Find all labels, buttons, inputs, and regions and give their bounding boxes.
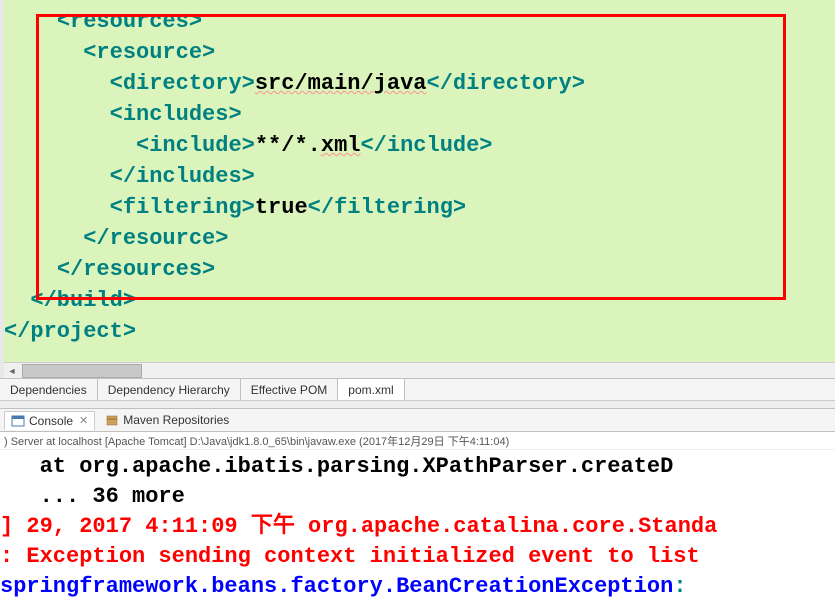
scroll-thumb[interactable] (22, 364, 142, 378)
code-line: </build> (4, 285, 835, 316)
pom-tab-effective-pom[interactable]: Effective POM (241, 379, 338, 400)
pom-tab-dependency-hierarchy[interactable]: Dependency Hierarchy (98, 379, 241, 400)
pom-tab-pomxml[interactable]: pom.xml (338, 379, 404, 400)
console-tab-label: Console (29, 414, 73, 428)
console-line: springframework.beans.factory.BeanCreati… (0, 572, 835, 602)
horizontal-scrollbar[interactable]: ◄ (4, 362, 835, 378)
code-line: <include>**/*.xml</include> (4, 130, 835, 161)
console-line: ] 29, 2017 4:11:09 下午 org.apache.catalin… (0, 512, 835, 542)
view-separator (0, 400, 835, 408)
maven-repositories-view-tab[interactable]: Maven Repositories (99, 411, 235, 429)
pom-editor-tabs: DependenciesDependency HierarchyEffectiv… (0, 378, 835, 400)
maven-icon (105, 413, 119, 427)
console-view-tab[interactable]: Console ✕ (4, 411, 95, 430)
console-process-description: ) Server at localhost [Apache Tomcat] D:… (0, 432, 835, 450)
console-output[interactable]: at org.apache.ibatis.parsing.XPathParser… (0, 450, 835, 616)
code-line: <directory>src/main/java</directory> (4, 68, 835, 99)
close-icon[interactable]: ✕ (79, 414, 88, 427)
code-line: <resource> (4, 37, 835, 68)
console-line: ... 36 more (0, 482, 835, 512)
bottom-views-bar: Console ✕ Maven Repositories (0, 408, 835, 432)
code-line: </resources> (4, 254, 835, 285)
xml-editor-pane[interactable]: <resources> <resource> <directory>src/ma… (0, 0, 835, 378)
maven-tab-label: Maven Repositories (123, 413, 229, 427)
console-line: : Exception sending context initialized … (0, 542, 835, 572)
code-line: </includes> (4, 161, 835, 192)
console-icon (11, 414, 25, 428)
console-line: at org.apache.ibatis.parsing.XPathParser… (0, 452, 835, 482)
pom-tab-dependencies[interactable]: Dependencies (0, 379, 98, 400)
code-line: </project> (4, 316, 835, 347)
xml-code-content: <resources> <resource> <directory>src/ma… (4, 0, 835, 347)
code-line: <resources> (4, 6, 835, 37)
code-line: <includes> (4, 99, 835, 130)
scroll-left-arrow[interactable]: ◄ (4, 363, 20, 379)
code-line: <filtering>true</filtering> (4, 192, 835, 223)
code-line: </resource> (4, 223, 835, 254)
